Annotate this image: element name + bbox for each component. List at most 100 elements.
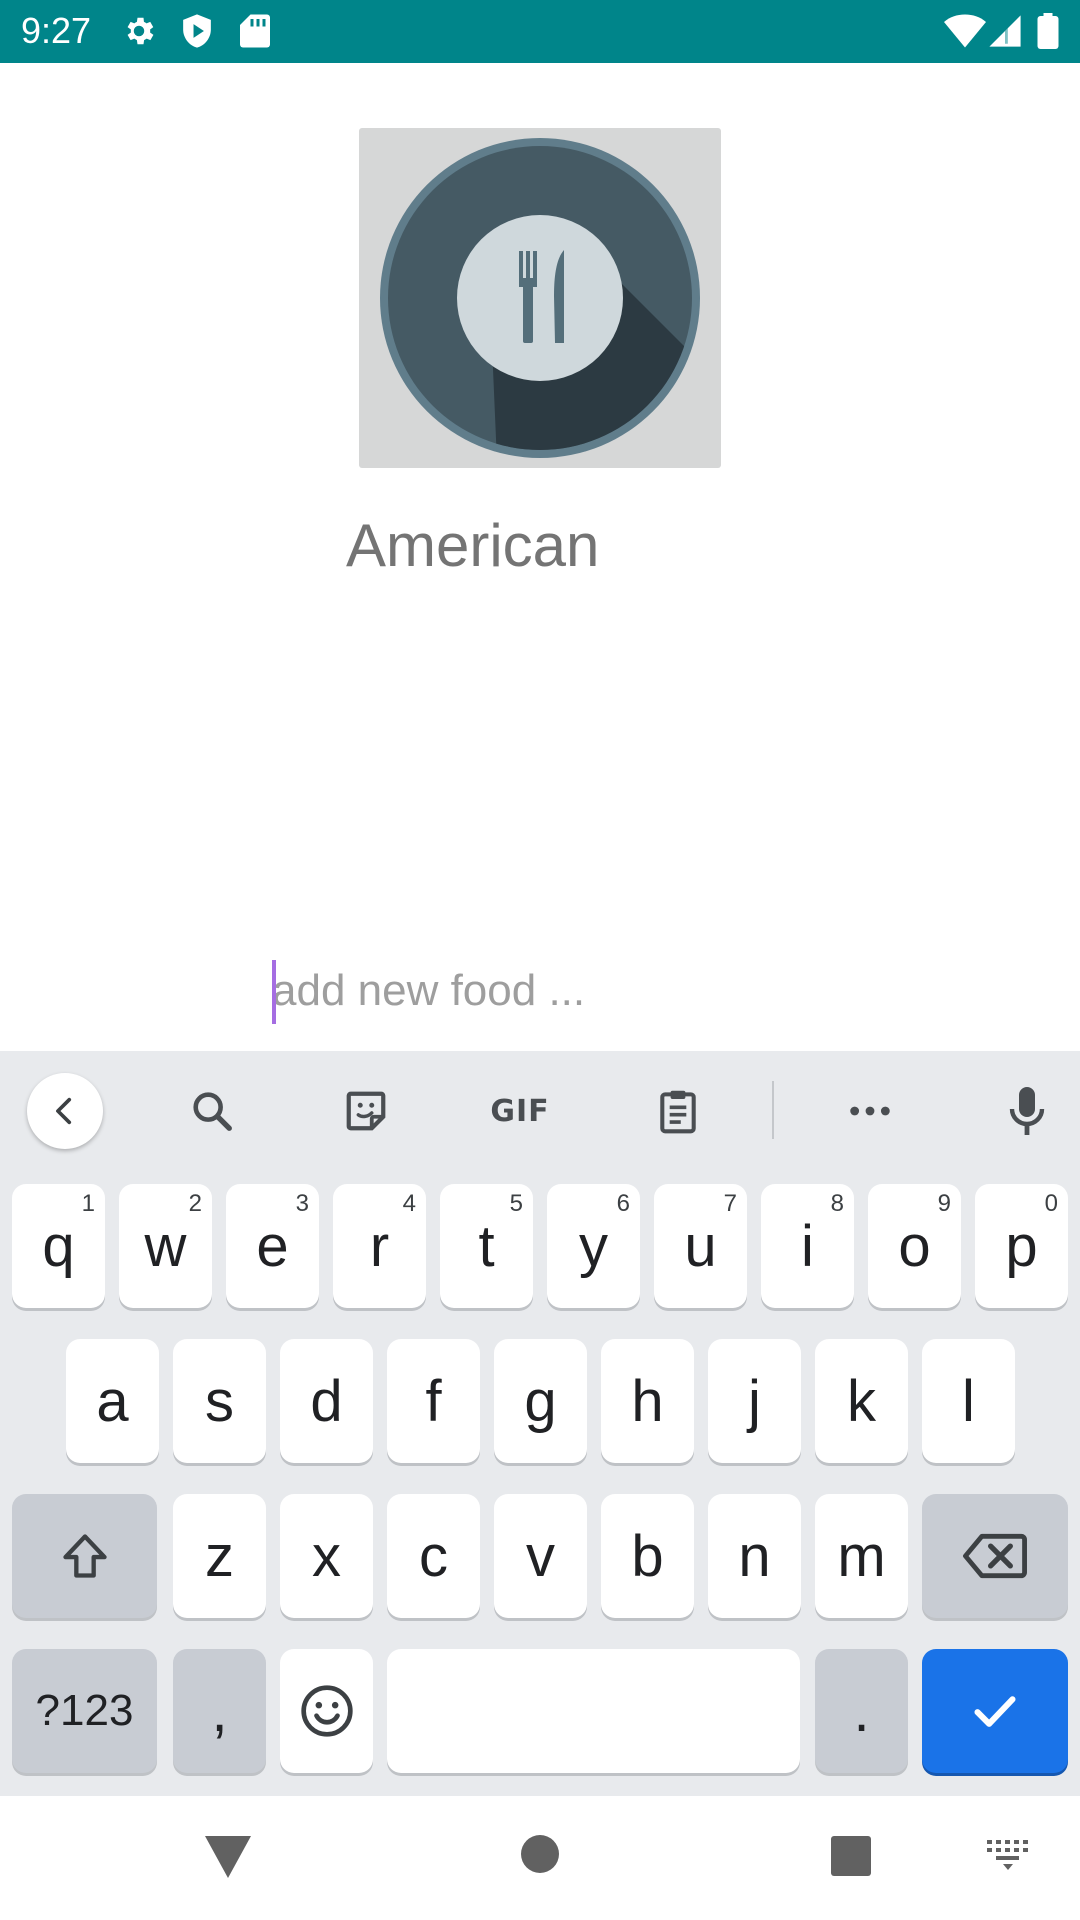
- cuisine-title: American: [346, 512, 600, 579]
- keyboard-switch-icon[interactable]: [987, 1840, 1029, 1870]
- key-label: a: [96, 1368, 129, 1434]
- key-label: k: [847, 1368, 876, 1434]
- key-label: x: [312, 1523, 341, 1589]
- key-label: v: [526, 1523, 555, 1589]
- key-label: b: [631, 1523, 664, 1589]
- restaurant-plate-icon: [380, 138, 700, 458]
- key-label: w: [144, 1213, 187, 1279]
- key-hint: 8: [830, 1190, 844, 1217]
- key-label: o: [898, 1213, 931, 1279]
- toolbar-sticker-button[interactable]: [328, 1073, 404, 1149]
- shift-icon: [62, 1534, 107, 1578]
- signal-icon: [989, 15, 1021, 47]
- symbols-key[interactable]: ?123: [12, 1649, 157, 1773]
- battery-icon: [1037, 13, 1059, 49]
- key-r[interactable]: r4: [333, 1184, 426, 1308]
- key-label: r: [369, 1213, 390, 1279]
- navigation-bar: [0, 1796, 1080, 1920]
- toolbar-divider: [772, 1081, 774, 1139]
- key-l[interactable]: l: [922, 1339, 1015, 1463]
- toolbar-gif-button[interactable]: GIF: [482, 1073, 558, 1149]
- key-v[interactable]: v: [494, 1494, 587, 1618]
- key-z[interactable]: z: [173, 1494, 266, 1618]
- key-g[interactable]: g: [494, 1339, 587, 1463]
- period-label: .: [853, 1678, 870, 1744]
- key-label: f: [425, 1368, 442, 1434]
- recents-icon[interactable]: [831, 1836, 871, 1876]
- key-hint: 0: [1044, 1190, 1058, 1217]
- key-hint: 7: [723, 1190, 737, 1217]
- soft-keyboard: GIF q1 w2 e3 r4 t5 y6 u7 i8 o9 p0 a s d …: [0, 1051, 1080, 1796]
- key-label: l: [962, 1368, 975, 1434]
- key-j[interactable]: j: [708, 1339, 801, 1463]
- sd-card-icon: [240, 14, 270, 48]
- key-label: c: [419, 1523, 448, 1589]
- key-e[interactable]: e3: [226, 1184, 319, 1308]
- status-time: 9:27: [21, 10, 92, 51]
- backspace-key[interactable]: [922, 1494, 1068, 1618]
- key-label: n: [738, 1523, 771, 1589]
- comma-label: ,: [211, 1678, 228, 1744]
- key-c[interactable]: c: [387, 1494, 480, 1618]
- key-label: u: [684, 1213, 717, 1279]
- toolbar-back-button[interactable]: [27, 1073, 103, 1149]
- back-icon[interactable]: [205, 1836, 251, 1878]
- space-key[interactable]: [387, 1649, 800, 1773]
- key-q[interactable]: q1: [12, 1184, 105, 1308]
- key-hint: 9: [937, 1190, 951, 1217]
- key-f[interactable]: f: [387, 1339, 480, 1463]
- key-label: s: [205, 1368, 234, 1434]
- key-a[interactable]: a: [66, 1339, 159, 1463]
- key-m[interactable]: m: [815, 1494, 908, 1618]
- key-o[interactable]: o9: [868, 1184, 961, 1308]
- gif-label: GIF: [490, 1093, 550, 1129]
- key-h[interactable]: h: [601, 1339, 694, 1463]
- check-icon: [974, 1696, 1016, 1727]
- key-label: j: [748, 1368, 761, 1434]
- key-y[interactable]: y6: [547, 1184, 640, 1308]
- chevron-left-icon: [56, 1097, 72, 1125]
- toolbar-mic-button[interactable]: [989, 1073, 1065, 1149]
- key-n[interactable]: n: [708, 1494, 801, 1618]
- key-label: m: [837, 1523, 886, 1589]
- status-bar: 9:27: [0, 0, 1080, 63]
- key-x[interactable]: x: [280, 1494, 373, 1618]
- key-w[interactable]: w2: [119, 1184, 212, 1308]
- key-hint: 2: [188, 1190, 202, 1217]
- add-food-input[interactable]: [272, 961, 792, 1021]
- key-hint: 6: [616, 1190, 630, 1217]
- shift-key[interactable]: [12, 1494, 157, 1618]
- key-s[interactable]: s: [173, 1339, 266, 1463]
- key-t[interactable]: t5: [440, 1184, 533, 1308]
- key-i[interactable]: i8: [761, 1184, 854, 1308]
- home-icon[interactable]: [520, 1834, 560, 1874]
- key-label: z: [205, 1523, 234, 1589]
- toolbar-more-button[interactable]: [832, 1073, 908, 1149]
- key-u[interactable]: u7: [654, 1184, 747, 1308]
- emoji-key[interactable]: [280, 1649, 373, 1773]
- play-protect-icon: [183, 14, 211, 48]
- clipboard-icon: [660, 1090, 696, 1134]
- key-k[interactable]: k: [815, 1339, 908, 1463]
- period-key[interactable]: .: [815, 1649, 908, 1773]
- key-p[interactable]: p0: [975, 1184, 1068, 1308]
- key-label: e: [256, 1213, 289, 1279]
- key-label: p: [1005, 1213, 1038, 1279]
- key-label: d: [310, 1368, 343, 1434]
- text-cursor: [272, 960, 276, 1024]
- key-hint: 1: [81, 1190, 95, 1217]
- key-hint: 5: [509, 1190, 523, 1217]
- comma-key[interactable]: ,: [173, 1649, 266, 1773]
- key-b[interactable]: b: [601, 1494, 694, 1618]
- toolbar-search-button[interactable]: [174, 1073, 250, 1149]
- wifi-icon: [944, 14, 986, 48]
- key-d[interactable]: d: [280, 1339, 373, 1463]
- mic-icon: [1009, 1087, 1045, 1135]
- key-label: t: [478, 1213, 495, 1279]
- toolbar-clipboard-button[interactable]: [640, 1073, 716, 1149]
- done-key[interactable]: [922, 1649, 1068, 1773]
- key-label: i: [801, 1213, 814, 1279]
- search-icon: [193, 1092, 232, 1131]
- food-category-screen: American: [0, 63, 1080, 1051]
- key-label: y: [579, 1213, 608, 1279]
